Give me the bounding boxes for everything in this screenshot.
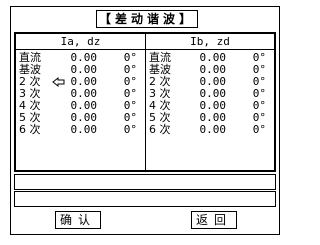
right-column-header: Ib, zd xyxy=(146,34,274,50)
confirm-button[interactable]: 确认 xyxy=(55,211,101,229)
row-value: 0.00 xyxy=(199,123,227,136)
hand-pointer-icon xyxy=(52,76,65,88)
row-angle: 0° xyxy=(252,123,266,136)
status-line-1 xyxy=(14,174,276,190)
dialog-window: 【差动谐波】 Ia, dz 直流 0.00 0° 基波 0.00 0° 2 次 xyxy=(10,6,280,235)
right-column: Ib, zd 直流 0.00 0° 基波 0.00 0° 2 次 0.00 0° xyxy=(146,34,274,170)
table-row[interactable]: 6 次 0.00 0° xyxy=(146,124,274,136)
table-row[interactable]: 6 次 0.00 0° xyxy=(16,124,145,136)
row-label: 6 次 xyxy=(19,123,41,136)
row-angle: 0° xyxy=(123,123,137,136)
left-column-header: Ia, dz xyxy=(16,34,145,50)
row-label: 6 次 xyxy=(149,123,171,136)
back-button[interactable]: 返回 xyxy=(191,211,237,229)
left-column: Ia, dz 直流 0.00 0° 基波 0.00 0° 2 次 0.00 0°… xyxy=(16,34,146,170)
dialog-title: 【差动谐波】 xyxy=(96,10,198,28)
row-value: 0.00 xyxy=(70,123,98,136)
harmonic-table: Ia, dz 直流 0.00 0° 基波 0.00 0° 2 次 0.00 0°… xyxy=(14,32,276,172)
status-line-2 xyxy=(14,191,276,207)
